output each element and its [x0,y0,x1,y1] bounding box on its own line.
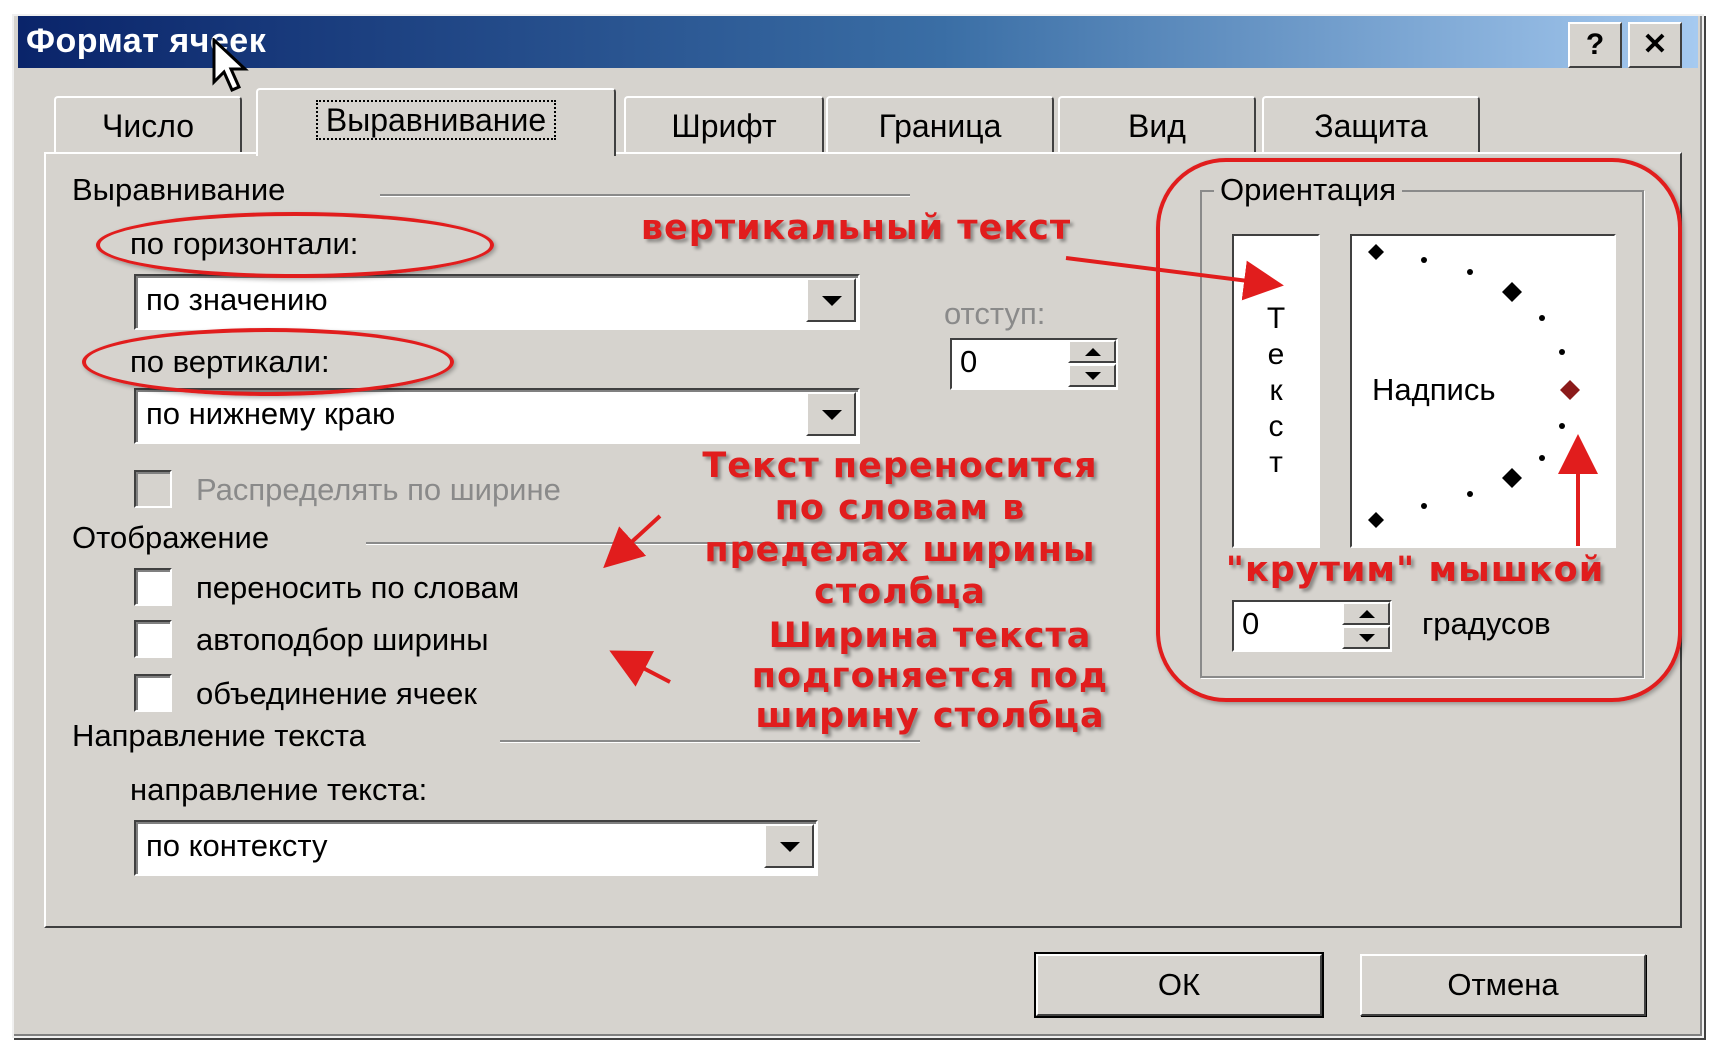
tab-alignment-label: Выравнивание [315,100,557,140]
arrow-icon [1065,256,1284,301]
arrow-icon [603,514,662,569]
tab-alignment[interactable]: Выравнивание [256,88,616,156]
annotation-arrows [603,256,1598,687]
arrow-icon [609,650,671,687]
